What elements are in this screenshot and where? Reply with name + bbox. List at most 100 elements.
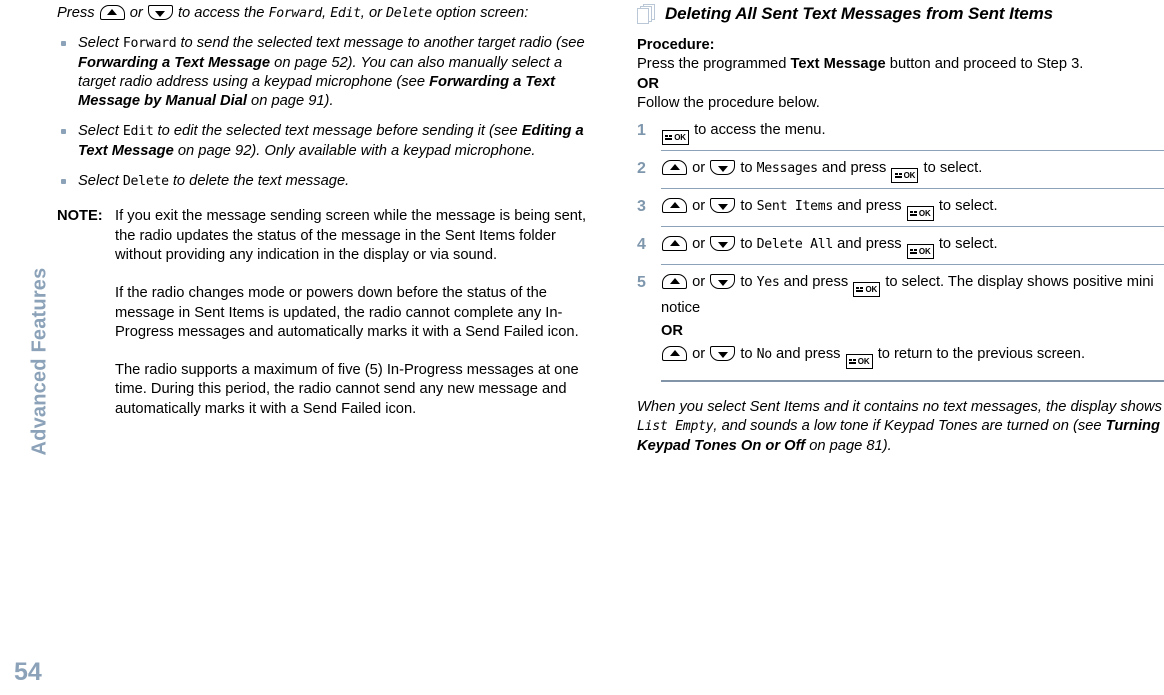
- or-label: OR: [637, 75, 660, 92]
- menu-ok-key-icon: OK: [891, 168, 919, 184]
- step-text-c: to select.: [934, 236, 998, 253]
- left-column: Press or to access the Forward, Edit, or…: [57, 4, 587, 419]
- step-text: or to Delete All and press OK to select.: [661, 233, 1164, 260]
- note-label: NOTE:: [57, 208, 103, 225]
- step-1: 1 OK to access the menu.: [637, 119, 1164, 150]
- menu-ok-key-icon: OK: [845, 354, 873, 370]
- lcd-forward: Forward: [268, 6, 323, 21]
- step-3: 3 or to Sent Items and press OK to selec…: [637, 195, 1164, 226]
- down-arrow-key-icon: [147, 5, 173, 20]
- step-number: 1: [637, 122, 646, 140]
- bullet-body-2: on page 92). Only available with a keypa…: [173, 142, 536, 159]
- intro-text-a: Press: [57, 5, 99, 21]
- step-text-c: to select.: [919, 160, 983, 177]
- bullet-dot-icon: [61, 179, 66, 185]
- step5-text-f: to return to the previous screen.: [873, 346, 1086, 363]
- lcd-value: Sent Items: [756, 199, 834, 215]
- bullet-body-1: to delete the text message.: [168, 173, 350, 190]
- bullet-select-word: Select: [78, 35, 123, 52]
- step-text-a: to: [736, 160, 757, 177]
- note-paragraph: If the radio changes mode or powers down…: [115, 285, 579, 340]
- list-item: Select Delete to delete the text message…: [57, 172, 587, 191]
- intro-text-b: or: [125, 5, 147, 21]
- intro-text-e: , or: [360, 5, 387, 21]
- list-item: Select Edit to edit the selected text me…: [57, 122, 587, 161]
- step-text: or to Sent Items and press OK to select.: [661, 195, 1164, 222]
- up-arrow-key-icon: [662, 346, 687, 362]
- footer-note: When you select Sent Items and it contai…: [637, 398, 1164, 456]
- step-text-b: and press: [817, 160, 891, 177]
- bullet-dot-icon: [61, 129, 66, 135]
- right-column: Deleting All Sent Text Messages from Sen…: [637, 4, 1164, 467]
- note-paragraph: The radio supports a maximum of five (5)…: [115, 362, 579, 417]
- bullet-crossref-1: Forwarding a Text Message: [78, 54, 271, 71]
- step-divider: [661, 150, 1164, 152]
- chapter-sidebar: Advanced Features 54: [0, 0, 52, 695]
- section-title: Deleting All Sent Text Messages from Sen…: [665, 4, 1053, 23]
- bullet-body-1: to send the selected text message to ano…: [176, 35, 585, 52]
- menu-ok-key-icon: OK: [662, 130, 689, 146]
- note-body: If you exit the message sending screen w…: [115, 207, 587, 419]
- procedure-steps: 1 OK to access the menu. 2 or to Message…: [637, 119, 1164, 383]
- list-item: Select Forward to send the selected text…: [57, 34, 587, 111]
- page-number: 54: [14, 658, 42, 686]
- note-block: NOTE: If you exit the message sending sc…: [57, 207, 587, 419]
- lcd-yes: Yes: [756, 275, 780, 291]
- bullet-select-word: Select: [78, 173, 123, 190]
- up-arrow-key-icon: [662, 160, 687, 176]
- step5-or-label: OR: [661, 323, 684, 340]
- step-4: 4 or to Delete All and press OK to selec…: [637, 233, 1164, 264]
- footer-note-a: When you select Sent Items and it contai…: [637, 399, 1162, 416]
- menu-grid-glyph: [665, 135, 673, 141]
- lcd-list-empty: List Empty: [637, 419, 714, 435]
- procedure-label: Procedure:: [637, 37, 715, 53]
- ok-label: OK: [674, 132, 686, 142]
- step5-text-a: to: [736, 274, 757, 291]
- step-text: or to Yes and press OK to select. The di…: [661, 271, 1164, 370]
- intro-text-f: option screen:: [431, 5, 529, 21]
- down-arrow-key-icon: [710, 198, 736, 214]
- step5-text-d: to: [736, 346, 757, 363]
- up-arrow-key-icon: [662, 198, 687, 214]
- lcd-no: No: [756, 347, 773, 363]
- intro-text-d: ,: [322, 5, 331, 21]
- menu-ok-key-icon: OK: [906, 244, 934, 260]
- down-arrow-key-icon: [710, 346, 736, 362]
- step5-text-e: and press: [771, 346, 845, 363]
- lcd-delete: Delete: [386, 6, 432, 21]
- step-number: 5: [637, 274, 646, 292]
- step-divider: [661, 264, 1164, 266]
- step-text-b: and press: [833, 236, 906, 253]
- step-text-b: and press: [833, 198, 906, 215]
- step-5: 5 or to Yes and press OK to select. The …: [637, 271, 1164, 374]
- bullet-dot-icon: [61, 41, 66, 47]
- step-number: 2: [637, 160, 646, 178]
- up-arrow-key-icon: [662, 236, 687, 252]
- step-text-c: to select.: [934, 198, 998, 215]
- section-heading: Deleting All Sent Text Messages from Sen…: [637, 4, 1164, 24]
- footer-note-b: , and sounds a low tone if Keypad Tones …: [713, 418, 1106, 435]
- procedure-intro: Press the programmed Text Message button…: [637, 55, 1164, 74]
- chapter-title: Advanced Features: [28, 267, 51, 456]
- lcd-value: Forward: [122, 36, 177, 52]
- step-text: OK to access the menu.: [661, 119, 1164, 146]
- step-number: 3: [637, 198, 646, 216]
- procedure-intro-b: button and proceed to Step 3.: [885, 56, 1084, 73]
- step5-text-b: and press: [779, 274, 853, 291]
- step-text-a: to access the menu.: [690, 122, 826, 139]
- text-message-button-label: Text Message: [790, 56, 886, 73]
- down-arrow-key-icon: [710, 236, 736, 252]
- down-arrow-key-icon: [710, 274, 736, 290]
- step-number: 4: [637, 236, 646, 254]
- lcd-value: Edit: [122, 124, 154, 140]
- procedure-intro-a: Press the programmed: [637, 56, 791, 73]
- bullet-body-3: on page 91).: [246, 93, 334, 110]
- step-divider: [661, 188, 1164, 190]
- step-2: 2 or to Messages and press OK to select.: [637, 157, 1164, 188]
- steps-end-divider: [661, 380, 1164, 383]
- procedure-intro-c: Follow the procedure below.: [637, 94, 820, 111]
- up-arrow-key-icon: [662, 274, 687, 290]
- step-text-a: to: [736, 198, 757, 215]
- manual-page: Advanced Features 54 Press or to access …: [0, 0, 1164, 695]
- lcd-edit: Edit: [330, 6, 361, 21]
